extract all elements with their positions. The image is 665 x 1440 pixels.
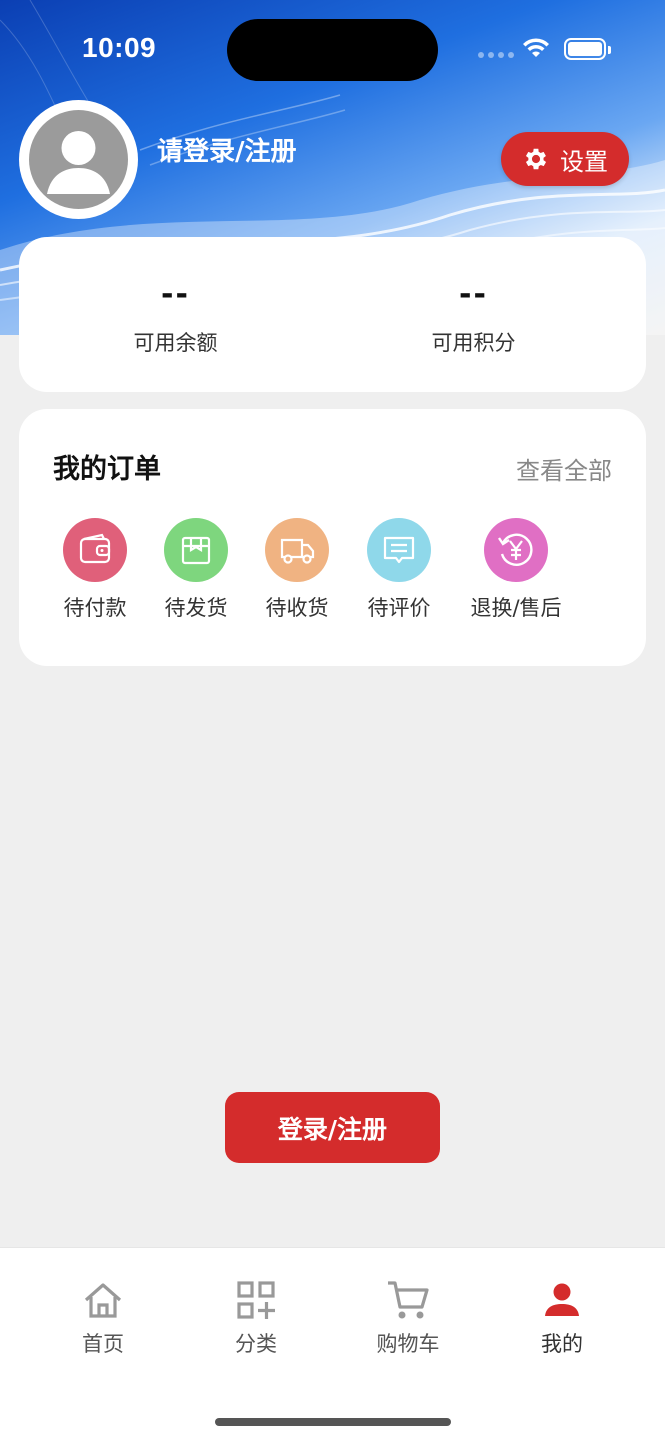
order-pending-shipment-label: 待发货 — [164, 596, 228, 620]
order-pending-payment-label: 待付款 — [63, 596, 127, 620]
comment-icon — [367, 518, 431, 582]
tab-home[interactable]: 首页 — [38, 1278, 168, 1358]
user-icon — [545, 1283, 579, 1316]
tab-cart-label: 购物车 — [376, 1332, 440, 1356]
order-pending-receipt-label: 待收货 — [265, 596, 329, 620]
default-avatar-icon — [47, 131, 110, 194]
tab-bar: 首页 分类 购物车 我的 — [0, 1247, 665, 1440]
tab-mine-label: 我的 — [541, 1332, 583, 1356]
tab-home-label: 首页 — [82, 1332, 124, 1356]
category-icon — [237, 1281, 275, 1319]
refund-icon — [484, 518, 548, 582]
points-label: 可用积分 — [431, 331, 516, 355]
points-value: -- — [459, 277, 488, 312]
status-bar: 10:09 — [0, 0, 665, 100]
order-pending-shipment[interactable]: 待发货 — [141, 518, 251, 622]
order-pending-review[interactable]: 待评价 — [344, 518, 454, 622]
orders-card: 我的订单 查看全部 待付款 待发货 待收货 待评价 退换/售后 — [19, 409, 646, 666]
gear-icon — [525, 148, 547, 170]
tab-category[interactable]: 分类 — [191, 1278, 321, 1358]
tab-mine[interactable]: 我的 — [497, 1278, 627, 1358]
home-icon — [84, 1283, 122, 1318]
tab-cart[interactable]: 购物车 — [343, 1278, 473, 1358]
avatar[interactable] — [19, 100, 138, 219]
battery-icon — [564, 38, 611, 60]
home-indicator — [215, 1418, 451, 1426]
settings-label: 设置 — [560, 147, 608, 176]
login-register-link[interactable]: 请登录/注册 — [157, 131, 297, 168]
truck-icon — [265, 518, 329, 582]
order-refund-aftersales[interactable]: 退换/售后 — [461, 518, 571, 622]
signal-icon — [478, 52, 514, 58]
balance-label: 可用余额 — [133, 331, 218, 355]
order-pending-receipt[interactable]: 待收货 — [242, 518, 352, 622]
settings-button[interactable]: 设置 — [501, 132, 629, 186]
package-icon — [164, 518, 228, 582]
order-pending-payment[interactable]: 待付款 — [40, 518, 150, 622]
balance-stat[interactable]: -- 可用余额 — [19, 237, 332, 392]
wifi-icon — [523, 38, 549, 57]
order-refund-aftersales-label: 退换/售后 — [470, 596, 562, 620]
cart-icon — [388, 1281, 429, 1319]
order-pending-review-label: 待评价 — [367, 596, 431, 620]
orders-title: 我的订单 — [53, 454, 161, 485]
points-stat[interactable]: -- 可用积分 — [317, 237, 630, 392]
balance-card: -- 可用余额 -- 可用积分 — [19, 237, 646, 392]
login-register-button[interactable]: 登录/注册 — [225, 1092, 440, 1163]
wallet-icon — [63, 518, 127, 582]
balance-value: -- — [161, 277, 190, 312]
clock: 10:09 — [82, 32, 157, 63]
dynamic-island — [227, 19, 438, 81]
view-all-link[interactable]: 查看全部 — [516, 451, 612, 486]
tab-category-label: 分类 — [235, 1332, 277, 1356]
